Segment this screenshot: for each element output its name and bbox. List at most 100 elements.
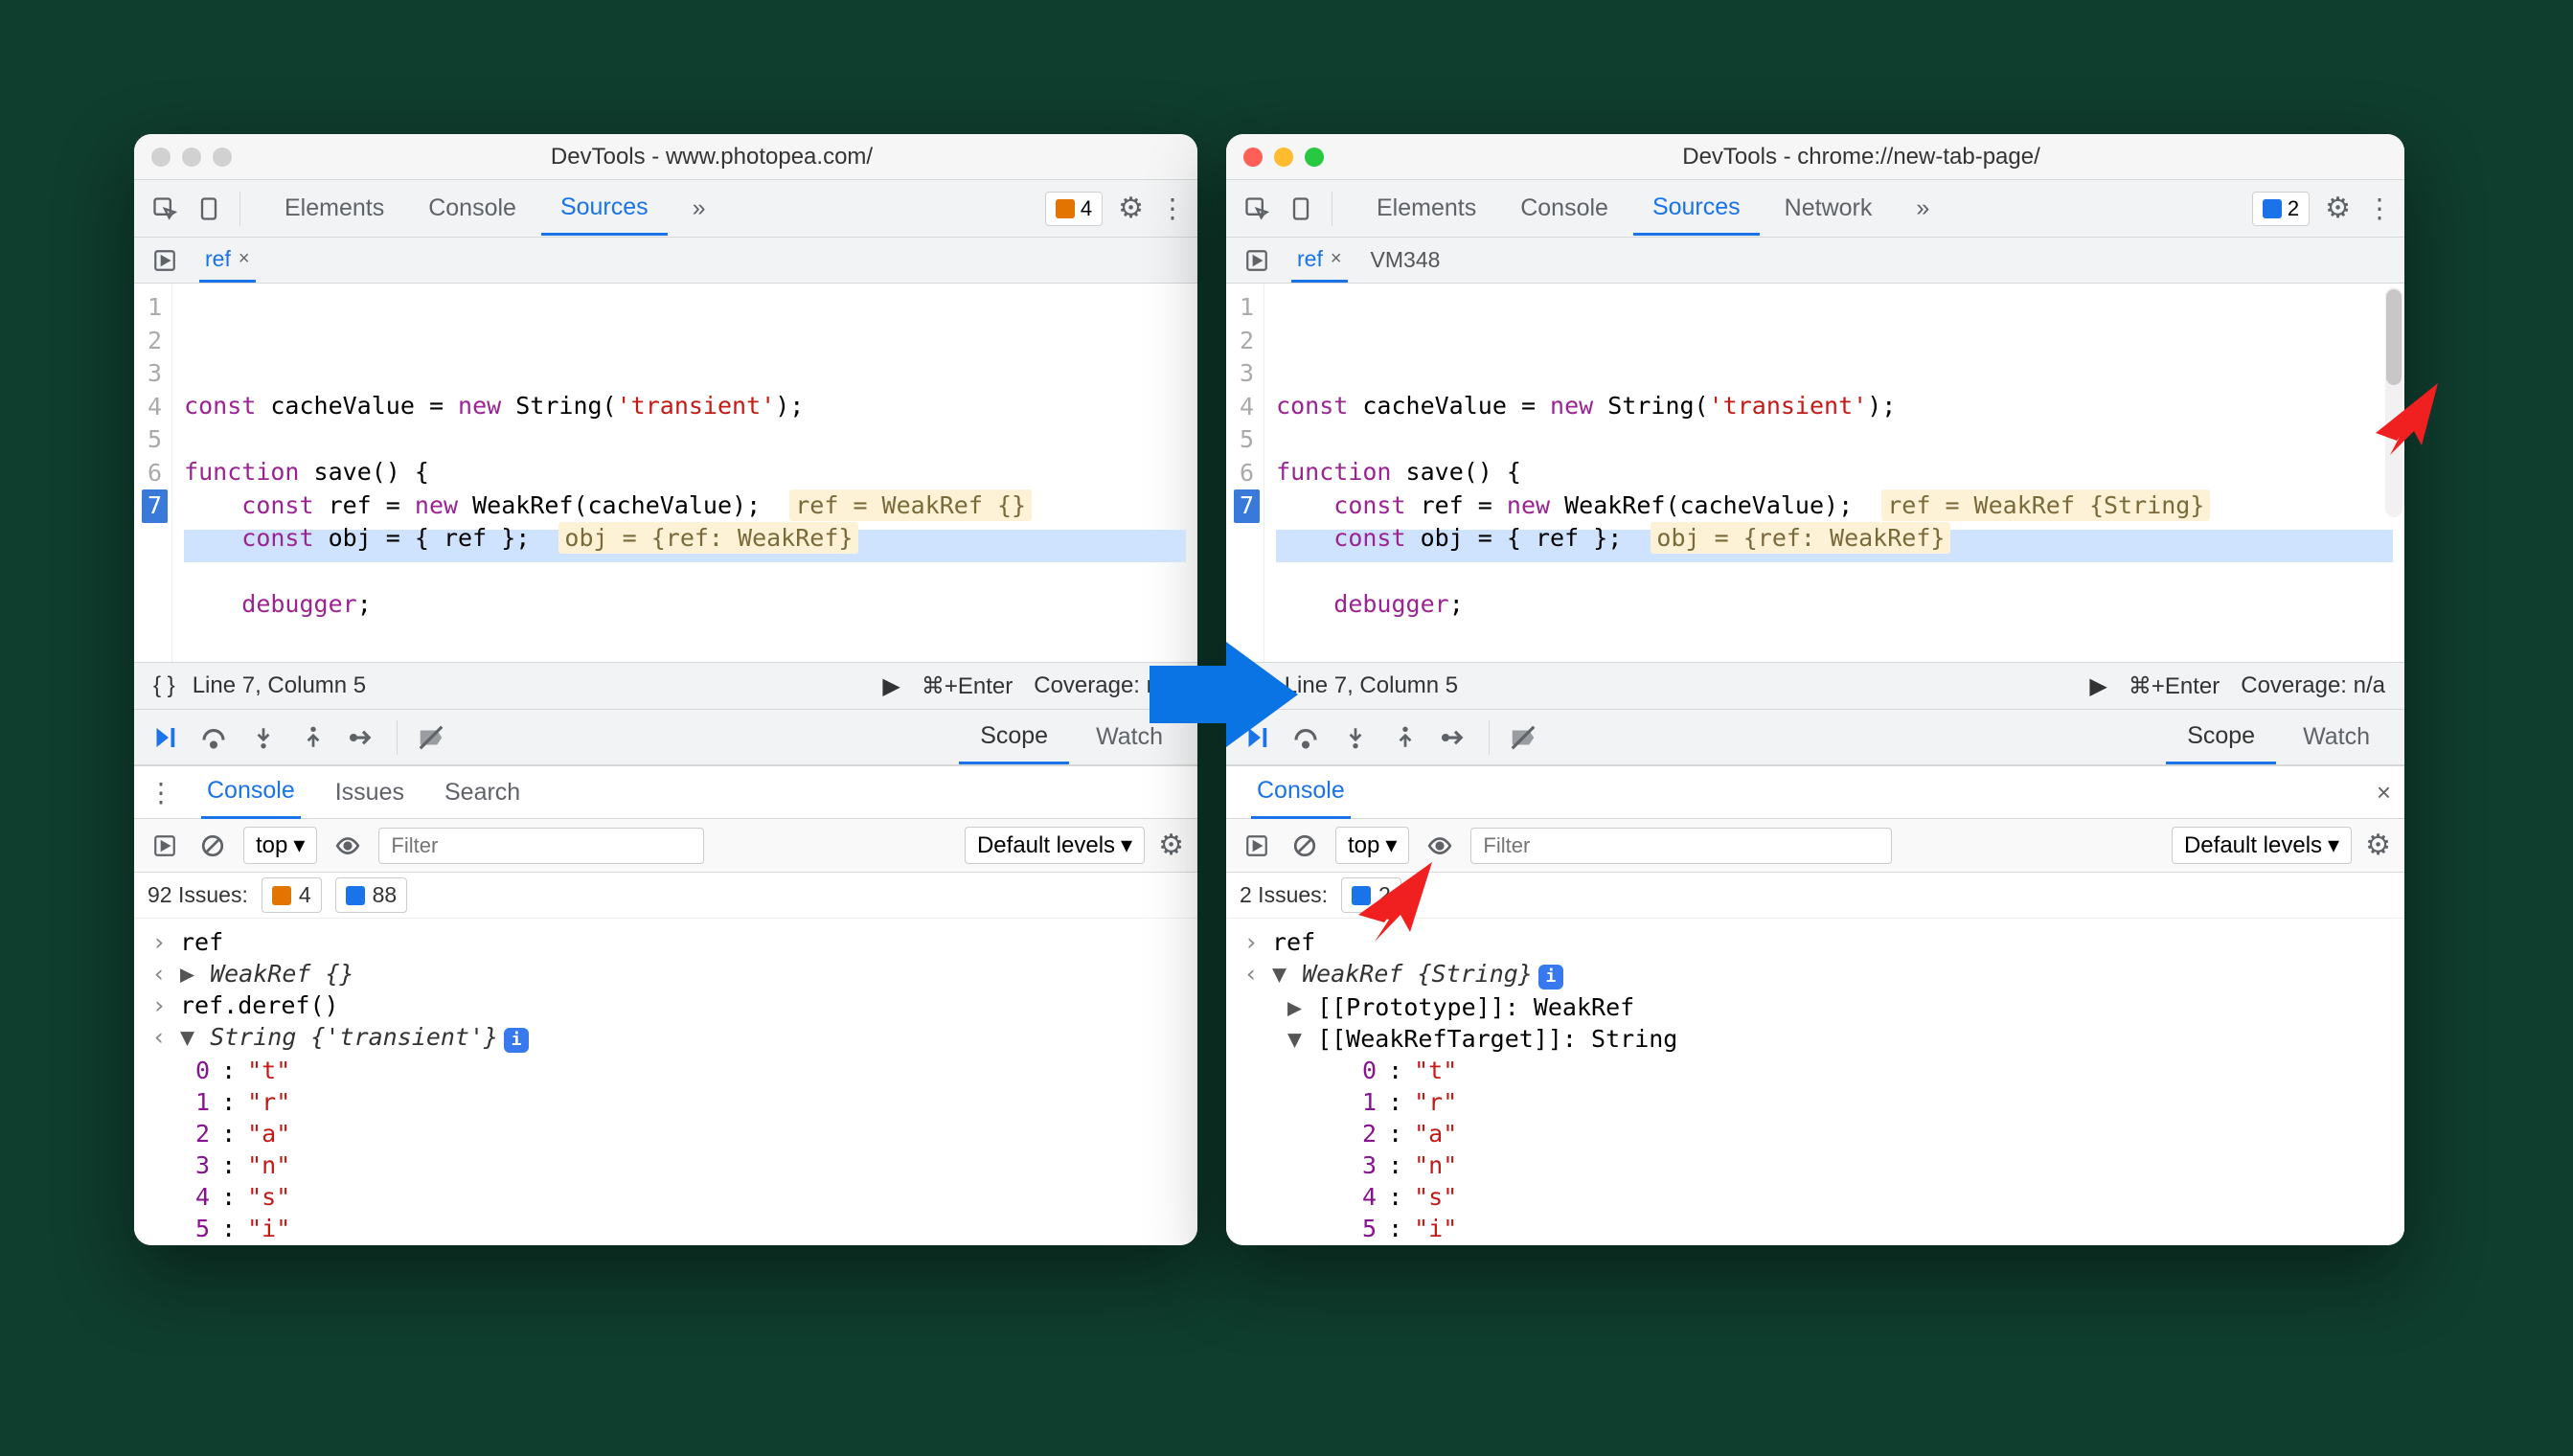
clear-icon[interactable] [195,829,230,863]
tab-sources[interactable]: Sources [541,182,668,236]
scrollbar-thumb[interactable] [2386,289,2402,385]
eye-icon[interactable] [330,829,365,863]
window-title: DevTools - www.photopea.com/ [243,144,1180,171]
drawer-tab-console[interactable]: Console [201,765,301,819]
close-dot[interactable] [151,148,171,167]
issues-info[interactable]: 88 [335,877,408,913]
scope-tab[interactable]: Scope [2166,711,2276,764]
expanded-props: 0: "t" 1: "r" 2: "a" 3: "n" 4: "s" 5: "i… [149,1055,1182,1244]
step-icon[interactable] [347,721,379,754]
filter-input[interactable] [1470,828,1892,864]
info-icon[interactable]: i [504,1028,529,1053]
console-settings-icon[interactable]: ⚙ [2365,829,2391,862]
filter-input[interactable] [378,828,704,864]
step-into-icon[interactable] [247,721,280,754]
console-output[interactable]: ›ref ‹▶WeakRef {} ›ref.deref() ‹▼String … [134,919,1197,1245]
code-content[interactable]: const cacheValue = new String('transient… [172,284,1197,662]
step-over-icon[interactable] [197,721,230,754]
inline-hint: obj = {ref: WeakRef} [1651,522,1950,554]
tab-console[interactable]: Console [409,183,535,234]
close-icon[interactable]: × [1331,248,1342,270]
context-select[interactable]: top▾ [243,827,317,864]
tab-elements[interactable]: Elements [1357,183,1495,234]
file-tab-vm[interactable]: VM348 [1365,239,1446,281]
titlebar: DevTools - www.photopea.com/ [134,134,1197,180]
braces-icon[interactable]: { } [153,672,175,699]
window-title: DevTools - chrome://new-tab-page/ [1335,144,2387,171]
inspect-icon[interactable] [1240,192,1274,226]
tab-sources[interactable]: Sources [1633,182,1760,236]
run-shortcut: ⌘+Enter [922,672,1013,700]
clear-icon[interactable] [1287,829,1322,863]
drawer-tab-issues[interactable]: Issues [330,767,410,818]
info-count: 2 [2288,196,2299,221]
info-icon[interactable]: i [1538,965,1563,990]
play-icon[interactable] [148,829,182,863]
play-icon[interactable] [1240,829,1274,863]
tab-more[interactable]: » [1897,183,1948,234]
console-result[interactable]: WeakRef {} [210,960,354,988]
run-snippet-icon[interactable] [1240,243,1274,278]
close-icon[interactable]: × [239,248,250,270]
device-icon[interactable] [1284,192,1318,226]
weakref-target-label[interactable]: [[WeakRefTarget]]: String [1317,1025,1677,1053]
code-content[interactable]: const cacheValue = new String('transient… [1264,284,2404,662]
tab-console[interactable]: Console [1501,183,1628,234]
close-drawer-icon[interactable]: × [2377,778,2391,808]
step-icon[interactable] [1439,721,1471,754]
console-result[interactable]: WeakRef {String}i [1302,960,1563,990]
info-badge[interactable]: 2 [2252,192,2310,226]
inline-hint: obj = {ref: WeakRef} [558,522,858,554]
coverage-status: Coverage: n/a [2241,672,2385,699]
file-tab-ref[interactable]: ref × [1291,239,1348,283]
levels-select[interactable]: Default levels▾ [2172,827,2352,864]
watch-tab[interactable]: Watch [2282,712,2391,762]
step-out-icon[interactable] [1389,721,1422,754]
titlebar: DevTools - chrome://new-tab-page/ [1226,134,2404,180]
issues-warnings[interactable]: 4 [262,877,322,913]
run-snippet-icon[interactable] [148,243,182,278]
issues-row: 92 Issues: 4 88 [134,873,1197,919]
maximize-dot[interactable] [213,148,232,167]
run-icon[interactable]: ▶ [2089,672,2106,700]
settings-icon[interactable]: ⚙ [2325,192,2351,225]
device-icon[interactable] [192,192,226,226]
run-icon[interactable]: ▶ [882,672,899,700]
resume-icon[interactable] [148,721,180,754]
debug-toolbar: Scope Watch [1226,710,2404,765]
minimize-dot[interactable] [1274,148,1293,167]
deactivate-breakpoints-icon[interactable] [1507,721,1539,754]
code-editor[interactable]: 1 2 3 4 5 6 7 const cacheValue = new Str… [1226,284,2404,662]
inspect-icon[interactable] [148,192,182,226]
tab-elements[interactable]: Elements [265,183,403,234]
panel-tabs: Elements Console Sources Network » [1357,182,1948,236]
drawer-tab-console[interactable]: Console [1251,765,1351,819]
console-output[interactable]: ›ref ‹▼WeakRef {String}i ▶[[Prototype]]:… [1226,919,2404,1245]
drawer-more-icon[interactable]: ⋮ [148,777,172,808]
settings-icon[interactable]: ⚙ [1118,192,1144,225]
deactivate-breakpoints-icon[interactable] [415,721,447,754]
traffic-lights [1243,148,1324,167]
minimize-dot[interactable] [182,148,201,167]
drawer-tab-search[interactable]: Search [439,767,526,818]
scope-tab[interactable]: Scope [959,711,1069,764]
prototype-label[interactable]: [[Prototype]]: WeakRef [1317,993,1634,1021]
tab-network[interactable]: Network [1765,183,1892,234]
maximize-dot[interactable] [1305,148,1324,167]
more-icon[interactable]: ⋮ [1159,193,1184,224]
more-icon[interactable]: ⋮ [2366,193,2391,224]
console-filter-bar: top▾ Default levels▾ ⚙ [134,819,1197,873]
code-editor[interactable]: 1 2 3 4 5 6 7 const cacheValue = new Str… [134,284,1197,662]
levels-select[interactable]: Default levels▾ [965,827,1145,864]
step-into-icon[interactable] [1339,721,1372,754]
step-out-icon[interactable] [297,721,330,754]
file-tab-label: ref [1297,246,1323,272]
warnings-badge[interactable]: 4 [1045,192,1103,226]
run-shortcut: ⌘+Enter [2129,672,2220,700]
tab-more[interactable]: » [673,183,725,234]
close-dot[interactable] [1243,148,1263,167]
file-tab-ref[interactable]: ref× [199,239,256,283]
annotation-arrow-top [2357,374,2443,460]
console-result[interactable]: String {'transient'}i [210,1023,529,1053]
console-settings-icon[interactable]: ⚙ [1158,829,1184,862]
